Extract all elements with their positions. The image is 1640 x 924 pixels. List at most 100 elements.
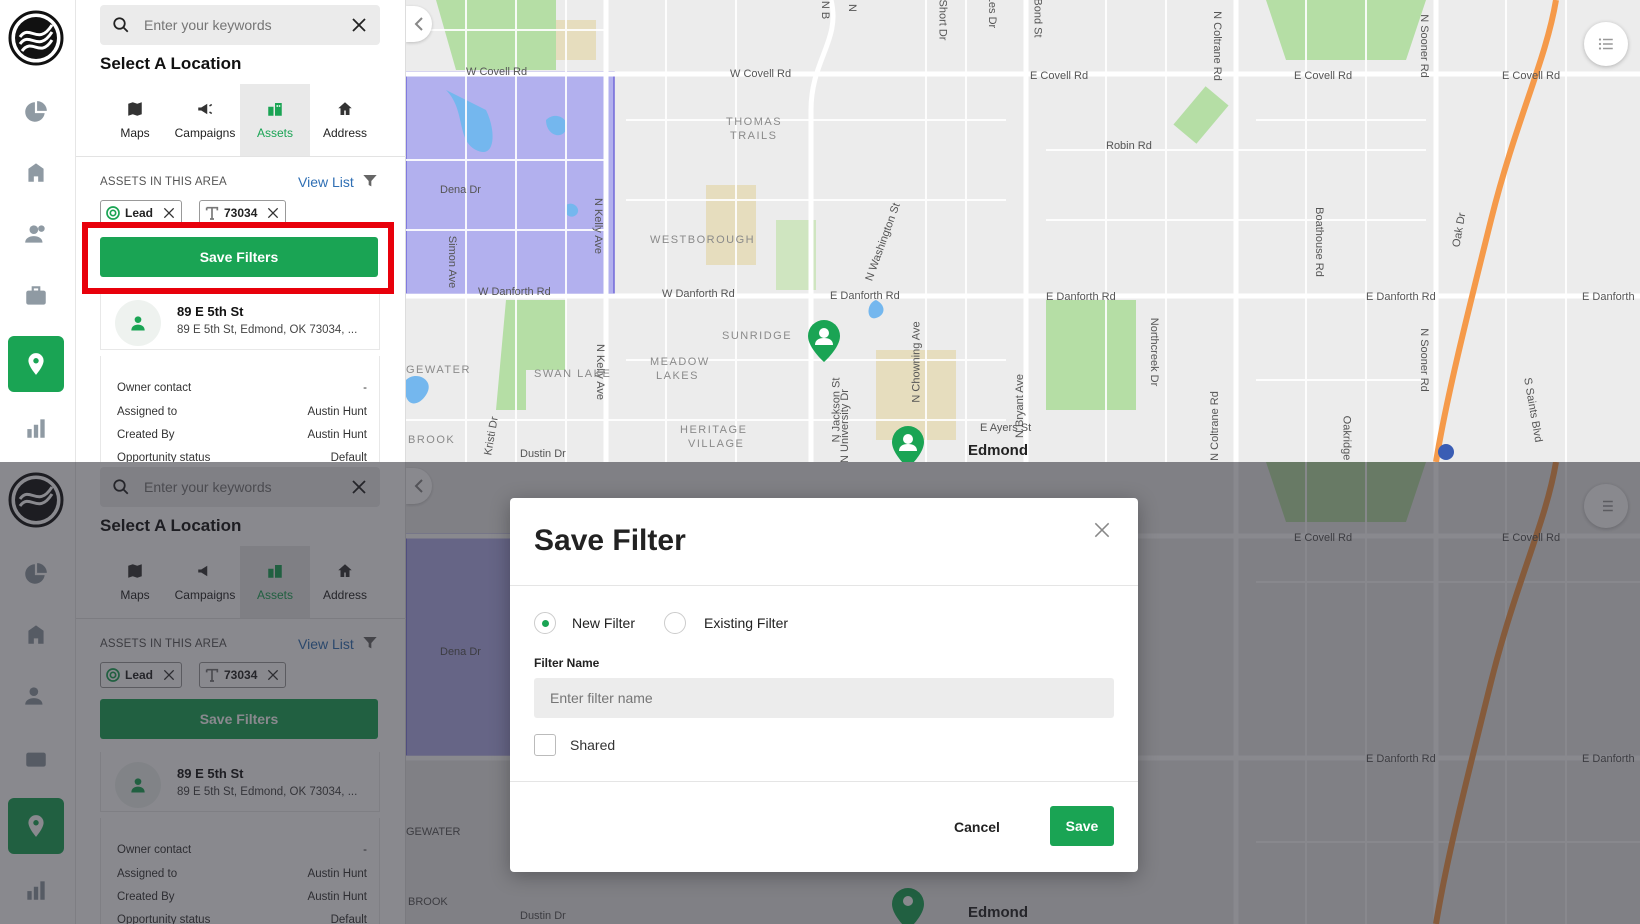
road-label: W Covell Rd (466, 66, 528, 78)
search-bar (100, 5, 380, 45)
chip-label: 73034 (224, 206, 258, 220)
assets-header: ASSETS IN THIS AREA (100, 176, 227, 188)
filter-name-label: Filter Name (534, 656, 600, 670)
road-label: N Sooner Rd (1417, 328, 1430, 392)
detail-label: Created By (117, 429, 175, 441)
road-label: N Coltrane Rd (1210, 11, 1223, 81)
search-input[interactable] (144, 17, 350, 33)
area-label: WESTBOROUGH (650, 234, 756, 246)
map-icon (128, 102, 142, 116)
detail-row: Created By Austin Hunt (117, 429, 367, 441)
road-label: Boathouse Rd (1312, 207, 1325, 277)
new-filter-label: New Filter (572, 615, 636, 631)
tab-campaigns[interactable]: Campaigns (170, 84, 240, 156)
road-label: Northcreek Dr (1148, 317, 1161, 387)
area-label: GEWATER (406, 364, 471, 376)
area-label: THOMAS (726, 116, 783, 128)
area-label: TRAILS (730, 130, 778, 142)
remove-chip-icon[interactable] (161, 205, 177, 221)
road-label: E Covell Rd (1294, 70, 1353, 82)
road-label: Les Dr (986, 0, 999, 29)
road-label: Oakridge (1340, 415, 1353, 461)
detail-label: Opportunity status (117, 452, 211, 462)
new-filter-radio[interactable] (534, 612, 556, 634)
dialog-title: Save Filter (534, 524, 686, 557)
detail-label: Owner contact (117, 382, 192, 394)
briefcase-icon[interactable] (8, 268, 64, 324)
tab-assets[interactable]: Assets (240, 84, 310, 156)
home-icon (338, 102, 352, 115)
city-label: Edmond (968, 442, 1028, 459)
app-logo[interactable] (8, 10, 64, 66)
filter-name-input[interactable] (534, 678, 1114, 718)
road-label: W Danforth Rd (478, 286, 551, 298)
search-icon (113, 17, 129, 33)
close-icon[interactable] (1092, 520, 1112, 540)
area-label: HERITAGE (680, 424, 748, 436)
road-label: E Danforth Rd (830, 290, 900, 302)
location-tabs: Maps Campaigns Assets Address (100, 84, 380, 156)
shared-label: Shared (570, 737, 616, 753)
detail-value: Austin Hunt (307, 406, 367, 418)
road-label: Dena Dr (440, 184, 481, 196)
divider (510, 781, 1138, 782)
map-layers-button[interactable] (1584, 22, 1628, 66)
view-list-link[interactable]: View List (298, 174, 354, 190)
asset-details: Owner contact - Assigned to Austin Hunt Cr… (100, 356, 380, 462)
clear-search-icon[interactable] (350, 16, 368, 34)
road-label: N Sooner Rd (1417, 14, 1430, 78)
road-label: E Danforth Rd (1046, 291, 1116, 303)
area-label: BROOK (408, 434, 456, 446)
existing-filter-label: Existing Filter (704, 615, 789, 631)
tab-address[interactable]: Address (310, 84, 380, 156)
road-label: W Covell Rd (730, 68, 792, 80)
map-marker-icon[interactable] (890, 424, 926, 462)
detail-value: Austin Hunt (307, 429, 367, 441)
area-label: SUNRIDGE (722, 330, 793, 342)
road-label: E Covell Rd (1502, 70, 1561, 82)
detail-row: Opportunity status Default (117, 452, 367, 462)
tab-label: Assets (256, 126, 293, 140)
map-view[interactable]: W Covell Rd W Covell Rd E Covell Rd E Co… (406, 0, 1640, 462)
list-icon (1598, 38, 1613, 50)
road-label: E Danforth (1582, 291, 1635, 303)
tab-label: Campaigns (174, 126, 236, 140)
buildings-icon (268, 103, 282, 116)
detail-row: Owner contact - (117, 382, 367, 394)
chip-label: Lead (125, 206, 154, 220)
asset-card[interactable]: 89 E 5th St 89 E 5th St, Edmond, OK 7303… (100, 290, 380, 350)
road-label: N University Dr (838, 389, 851, 462)
location-pin-icon[interactable] (8, 336, 64, 392)
detail-row: Assigned to Austin Hunt (117, 406, 367, 418)
area-label: LAKES (656, 370, 699, 382)
screenshot-before: Select A Location Maps Campaigns Assets … (0, 0, 1640, 462)
area-label: VILLAGE (688, 438, 745, 450)
map-marker-icon[interactable] (806, 318, 842, 364)
road-label: N Chowning Ave (910, 321, 923, 403)
save-filter-dialog: Save Filter New Filter Existing Filter F… (510, 498, 1138, 872)
remove-chip-icon[interactable] (265, 205, 281, 221)
asset-address: 89 E 5th St, Edmond, OK 73034, ... (177, 324, 358, 336)
shared-checkbox[interactable] (534, 734, 556, 756)
panel-title: Select A Location (100, 54, 242, 73)
asset-name: 89 E 5th St (177, 304, 244, 319)
road-label: Robin Rd (1106, 140, 1152, 152)
existing-filter-radio[interactable] (664, 612, 686, 634)
save-button[interactable]: Save (1050, 806, 1114, 846)
road-label: N Coltrane Rd (1208, 391, 1221, 461)
screenshot-after: Select A Location Maps Campaigns Assets … (0, 462, 1640, 924)
detail-value: - (363, 382, 367, 394)
area-label: SWAN LAKE (534, 368, 612, 380)
building-icon[interactable] (8, 144, 64, 200)
road-label: E Covell Rd (1030, 70, 1089, 82)
bar-chart-icon[interactable] (8, 400, 64, 456)
filter-funnel-icon[interactable] (362, 173, 378, 189)
area-label: MEADOW (650, 356, 710, 368)
contacts-icon[interactable] (8, 206, 64, 262)
divider (76, 156, 406, 157)
tab-maps[interactable]: Maps (100, 84, 170, 156)
road-label: W Danforth Rd (662, 288, 735, 300)
dashboard-pie-icon[interactable] (8, 84, 64, 140)
cancel-button[interactable]: Cancel (936, 808, 1018, 846)
target-icon (106, 206, 120, 220)
